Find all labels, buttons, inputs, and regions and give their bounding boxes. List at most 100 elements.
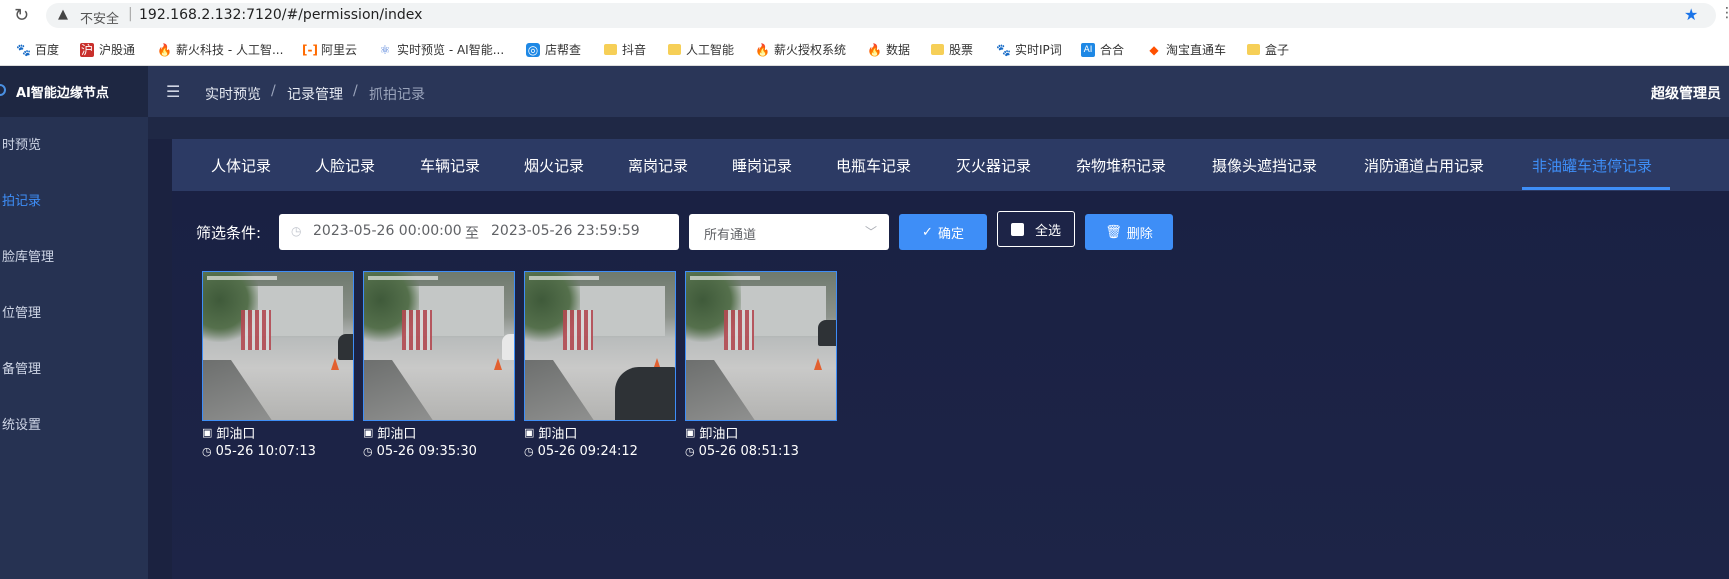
- bookmark-item[interactable]: 股票: [931, 41, 973, 58]
- channel-value: 所有通道: [704, 228, 757, 243]
- tab-sleeping[interactable]: 睡岗记录: [732, 155, 792, 176]
- capture-thumbnail[interactable]: [685, 271, 837, 421]
- header-strip: [148, 117, 1729, 139]
- bookmark-item[interactable]: 🔥 薪火授权系统: [755, 41, 846, 58]
- sidebar-item-face-library[interactable]: 脸库管理: [0, 248, 148, 304]
- folder-icon: [1247, 44, 1260, 55]
- location-text: 卸油口: [699, 427, 739, 442]
- capture-thumbnail[interactable]: [524, 271, 676, 421]
- bookmark-item[interactable]: 🐾 百度: [16, 41, 59, 58]
- user-name[interactable]: 超级管理员: [1651, 83, 1721, 103]
- bookmarks-bar: 🐾 百度 沪沪股通 🔥 薪火科技 - 人工智... [-] 阿里云 ⚛ 实时预览 - A…: [0, 31, 1729, 66]
- capture-card[interactable]: ▣ 卸油口 ◷ 05-26 10:07:13: [202, 271, 354, 459]
- fire-icon: 🔥: [867, 42, 882, 57]
- folder-icon: [668, 44, 681, 55]
- tab-fire-lane[interactable]: 消防通道占用记录: [1364, 155, 1484, 176]
- sidebar-item-label: 脸库管理: [2, 250, 55, 265]
- sidebar-item-label: 备管理: [2, 362, 42, 377]
- tab-vehicle[interactable]: 车辆记录: [420, 155, 480, 176]
- reload-icon[interactable]: ↻: [14, 5, 29, 26]
- bookmark-item[interactable]: ◎ 店帮查: [526, 41, 581, 58]
- confirm-label: 确定: [937, 226, 964, 242]
- capture-thumbnail[interactable]: [363, 271, 515, 421]
- tab-smoke-fire[interactable]: 烟火记录: [524, 155, 584, 176]
- brand-title: AI智能边缘节点: [16, 86, 109, 101]
- sidebar-item-devices[interactable]: 备管理: [0, 360, 148, 416]
- capture-location: ▣ 卸油口: [363, 423, 515, 442]
- folder-icon: [931, 44, 944, 55]
- breadcrumb-item[interactable]: 实时预览: [205, 84, 261, 104]
- logo-icon: [0, 84, 6, 96]
- folder-icon: [604, 44, 617, 55]
- capture-time: ◷ 05-26 09:24:12: [524, 444, 676, 459]
- location-text: 卸油口: [538, 427, 578, 442]
- bookmark-label: 店帮查: [545, 43, 582, 57]
- bookmark-item[interactable]: AI 合合: [1081, 41, 1124, 58]
- bookmark-item[interactable]: 沪沪股通: [80, 41, 135, 58]
- date-end-input[interactable]: 2023-05-26 23:59:59: [491, 223, 640, 239]
- more-icon[interactable]: ⋮: [1720, 5, 1729, 21]
- confirm-button[interactable]: ✓ 确定: [899, 214, 987, 250]
- bookmark-label: 薪火科技 - 人工智...: [176, 43, 284, 57]
- url-text[interactable]: 192.168.2.132:7120/#/permission/index: [139, 7, 422, 23]
- tab-illegal-parking[interactable]: 非油罐车违停记录: [1532, 155, 1652, 176]
- bookmark-item[interactable]: ⚛ 实时预览 - AI智能...: [378, 41, 505, 58]
- bookmark-star-icon[interactable]: ★: [1684, 5, 1698, 24]
- paw-icon: 🐾: [996, 42, 1011, 57]
- checkbox-icon[interactable]: [1010, 222, 1024, 236]
- bookmark-item[interactable]: 🐾 实时IP词: [996, 41, 1062, 58]
- sidebar-item-preview[interactable]: 时预览: [0, 136, 148, 192]
- tab-e-bike[interactable]: 电瓶车记录: [836, 155, 911, 176]
- browser-address-bar: ↻ ▲ 不安全 | 192.168.2.132:7120/#/permissio…: [0, 0, 1729, 31]
- breadcrumb-item[interactable]: 记录管理: [287, 84, 343, 104]
- bookmark-item[interactable]: 盒子: [1247, 41, 1289, 58]
- bookmark-item[interactable]: 抖音: [604, 41, 646, 58]
- bookmark-label: 百度: [35, 43, 60, 57]
- capture-card[interactable]: ▣ 卸油口 ◷ 05-26 09:24:12: [524, 271, 676, 459]
- date-range-picker[interactable]: ◷ 2023-05-26 00:00:00 至 2023-05-26 23:59…: [279, 214, 679, 250]
- capture-time: ◷ 05-26 10:07:13: [202, 444, 354, 459]
- time-text: 05-26 09:24:12: [537, 444, 638, 459]
- time-text: 05-26 10:07:13: [215, 444, 316, 459]
- tab-face[interactable]: 人脸记录: [315, 155, 375, 176]
- channel-select[interactable]: 所有通道 ﹀: [689, 214, 889, 250]
- capture-location: ▣ 卸油口: [685, 423, 837, 442]
- clock-icon: ◷: [363, 445, 373, 458]
- bookmark-item[interactable]: 人工智能: [668, 41, 734, 58]
- location-text: 卸油口: [377, 427, 417, 442]
- select-all-button[interactable]: 全选: [997, 211, 1075, 247]
- active-tab-indicator: [1522, 187, 1670, 190]
- bookmark-item[interactable]: 🔥 数据: [867, 41, 910, 58]
- capture-location: ▣ 卸油口: [202, 423, 354, 442]
- sidebar-item-settings[interactable]: 统设置: [0, 416, 148, 472]
- tab-camera-block[interactable]: 摄像头遮挡记录: [1212, 155, 1317, 176]
- brand: AI智能边缘节点: [0, 66, 148, 117]
- capture-card[interactable]: ▣ 卸油口 ◷ 05-26 09:35:30: [363, 271, 515, 459]
- tab-human[interactable]: 人体记录: [211, 155, 271, 176]
- sidebar-item-capture[interactable]: 拍记录: [0, 192, 148, 248]
- bookmark-label: 阿里云: [321, 43, 358, 57]
- sidebar-item-label: 拍记录: [2, 194, 42, 209]
- shop-icon: ◎: [526, 42, 540, 57]
- warning-icon: ▲: [58, 7, 68, 22]
- date-start-input[interactable]: 2023-05-26 00:00:00: [313, 223, 462, 239]
- date-range-separator: 至: [465, 226, 479, 242]
- capture-thumbnail[interactable]: [202, 271, 354, 421]
- bookmark-item[interactable]: [-] 阿里云: [302, 41, 357, 58]
- capture-time: ◷ 05-26 08:51:13: [685, 444, 837, 459]
- bookmark-item[interactable]: ◆ 淘宝直通车: [1147, 41, 1226, 58]
- tab-off-post[interactable]: 离岗记录: [628, 155, 688, 176]
- tab-extinguisher[interactable]: 灭火器记录: [956, 155, 1031, 176]
- bookmark-label: 实时预览 - AI智能...: [397, 43, 505, 57]
- bookmark-item[interactable]: 🔥 薪火科技 - 人工智...: [157, 41, 283, 58]
- delete-button[interactable]: 🗑 删除: [1085, 214, 1173, 250]
- capture-card[interactable]: ▣ 卸油口 ◷ 05-26 08:51:13: [685, 271, 837, 459]
- sidebar-item-points[interactable]: 位管理: [0, 304, 148, 360]
- menu-toggle-icon[interactable]: ☰: [166, 82, 180, 101]
- sidebar-item-label: 位管理: [2, 306, 42, 321]
- tab-clutter[interactable]: 杂物堆积记录: [1076, 155, 1166, 176]
- url-box[interactable]: ▲ 不安全 | 192.168.2.132:7120/#/permission/…: [46, 3, 1716, 28]
- bookmark-label: 数据: [886, 43, 911, 57]
- bookmark-label: 盒子: [1265, 43, 1290, 57]
- check-icon: ✓: [922, 224, 933, 240]
